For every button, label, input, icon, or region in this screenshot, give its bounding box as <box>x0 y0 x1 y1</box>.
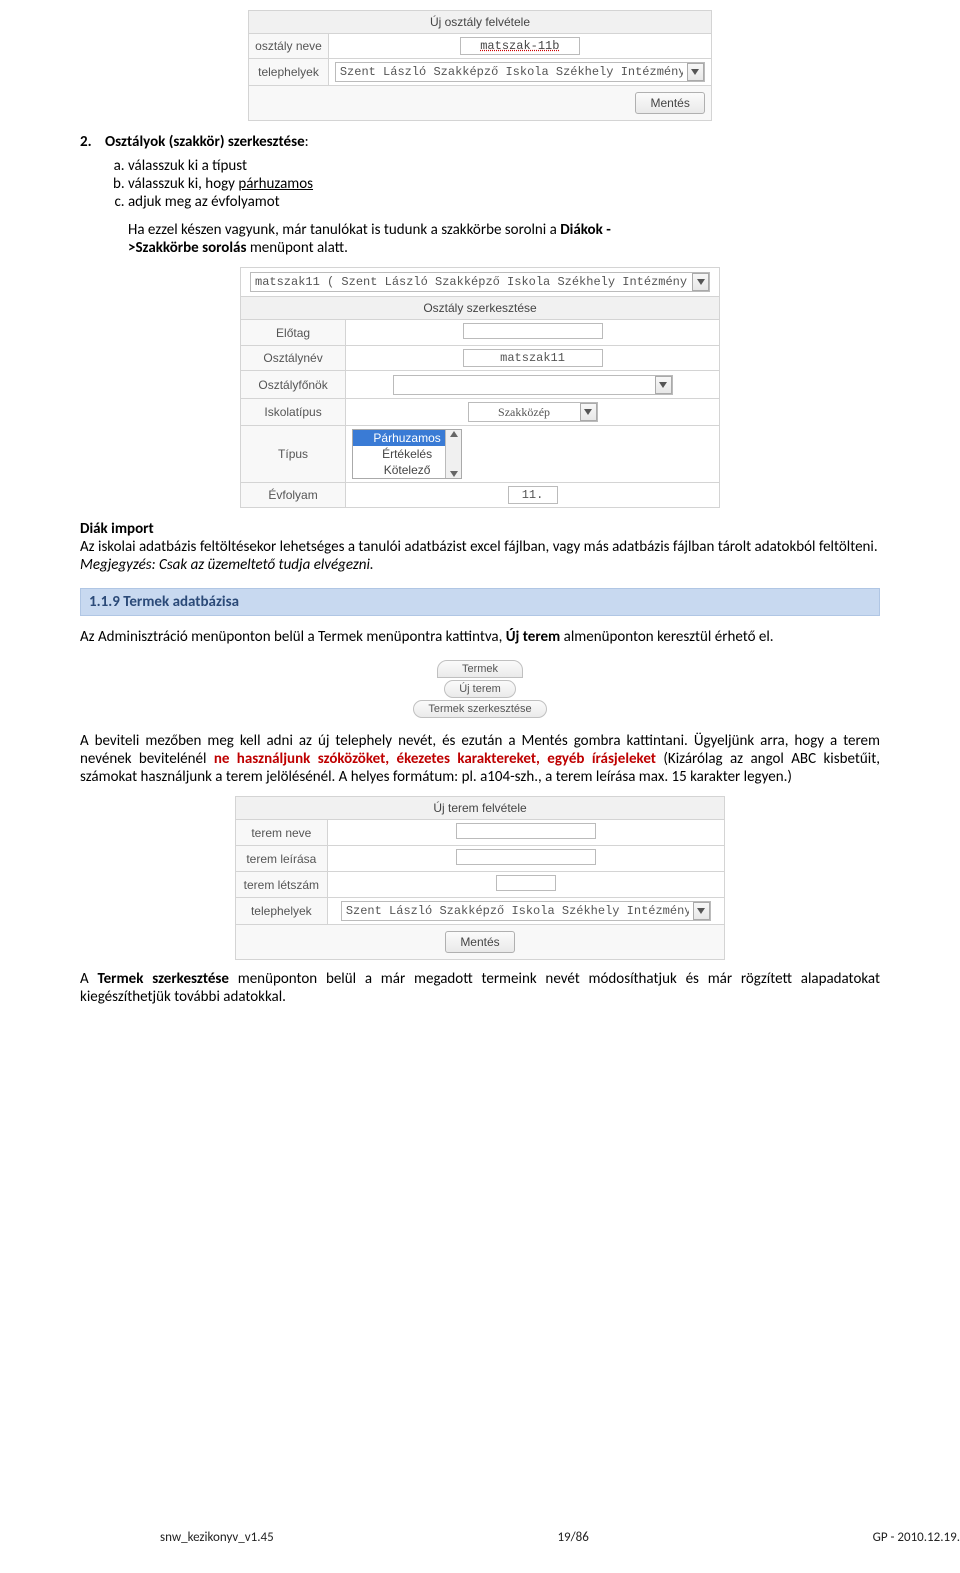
form-edit-class: matszak11 ( Szent László Szakképző Iskol… <box>240 267 720 508</box>
label-class-name: osztály neve <box>249 34 329 59</box>
label-headteacher: Osztályfőnök <box>241 371 346 399</box>
label-room-name: terem neve <box>236 820 328 846</box>
label-room-site: telephelyek <box>236 898 328 925</box>
input-classname[interactable]: matszak11 <box>463 349 603 367</box>
form-a-header: Új osztály felvétele <box>249 11 712 34</box>
admin-para: Az Adminisztráció menüponton belül a Ter… <box>80 628 880 646</box>
label-classname: Osztálynév <box>241 346 346 371</box>
input-prefix[interactable] <box>463 323 603 339</box>
section-1-1-9: 1.1.9 Termek adatbázisa <box>80 588 880 616</box>
label-sites: telephelyek <box>249 59 329 86</box>
label-schooltype: Iskolatípus <box>241 399 346 426</box>
input-class-name[interactable]: matszak-11b <box>460 37 580 55</box>
para-after-class: Ha ezzel készen vagyunk, már tanulókat i… <box>128 221 880 257</box>
select-headteacher[interactable] <box>393 375 673 395</box>
select-schooltype[interactable]: Szakközép <box>468 402 598 422</box>
chevron-down-icon <box>655 376 672 394</box>
listbox-type[interactable]: Párhuzamos Értékelés Kötelező <box>352 429 462 479</box>
input-room-desc[interactable] <box>456 849 596 865</box>
save-button[interactable]: Mentés <box>445 931 514 953</box>
select-room-site[interactable]: Szent László Szakképző Iskola Székhely I… <box>341 901 711 921</box>
last-para: A Termek szerkesztése menüponton belül a… <box>80 970 880 1006</box>
label-room-desc: terem leírása <box>236 846 328 872</box>
input-room-name[interactable] <box>456 823 596 839</box>
label-room-cap: terem létszám <box>236 872 328 898</box>
list-item-a: válasszuk ki a típust <box>128 157 880 175</box>
form-new-room: Új terem felvétele terem neve terem leír… <box>235 796 725 960</box>
list-title: Osztályok (szakkör) szerkesztése <box>105 133 305 151</box>
bev-para: A beviteli mezőben meg kell adni az új t… <box>80 732 880 786</box>
select-site[interactable]: Szent László Szakképző Iskola Székhely I… <box>335 62 705 82</box>
label-prefix: Előtag <box>241 320 346 346</box>
input-room-cap[interactable] <box>496 875 556 891</box>
menu-termek[interactable]: Termek <box>437 660 523 678</box>
label-year: Évfolyam <box>241 483 346 508</box>
form-b-header: Osztály szerkesztése <box>241 297 720 320</box>
chevron-down-icon <box>687 63 704 81</box>
chevron-down-icon <box>693 902 710 920</box>
form-c-header: Új terem felvétele <box>236 797 725 820</box>
select-class-top[interactable]: matszak11 ( Szent László Szakképző Iskol… <box>250 272 710 292</box>
input-year[interactable]: 11. <box>508 486 558 504</box>
chevron-down-icon <box>692 273 709 291</box>
label-type: Típus <box>241 426 346 483</box>
list-item-b: válasszuk ki, hogy párhuzamos <box>128 175 880 193</box>
diak-import-block: Diák import Az iskolai adatbázis feltölt… <box>80 520 880 574</box>
list-num: 2. <box>80 133 92 151</box>
chevron-down-icon <box>580 403 597 421</box>
menu-stack: Termek Új terem Termek szerkesztése <box>413 660 546 718</box>
save-button[interactable]: Mentés <box>635 92 704 114</box>
menu-termek-szerk[interactable]: Termek szerkesztése <box>413 700 546 718</box>
menu-uj-terem[interactable]: Új terem <box>444 680 516 698</box>
list-item-c: adjuk meg az évfolyamot <box>128 193 880 211</box>
chevron-up-icon[interactable] <box>450 431 458 437</box>
form-new-class: Új osztály felvétele osztály neve matsza… <box>248 10 712 121</box>
chevron-down-icon[interactable] <box>450 471 458 477</box>
